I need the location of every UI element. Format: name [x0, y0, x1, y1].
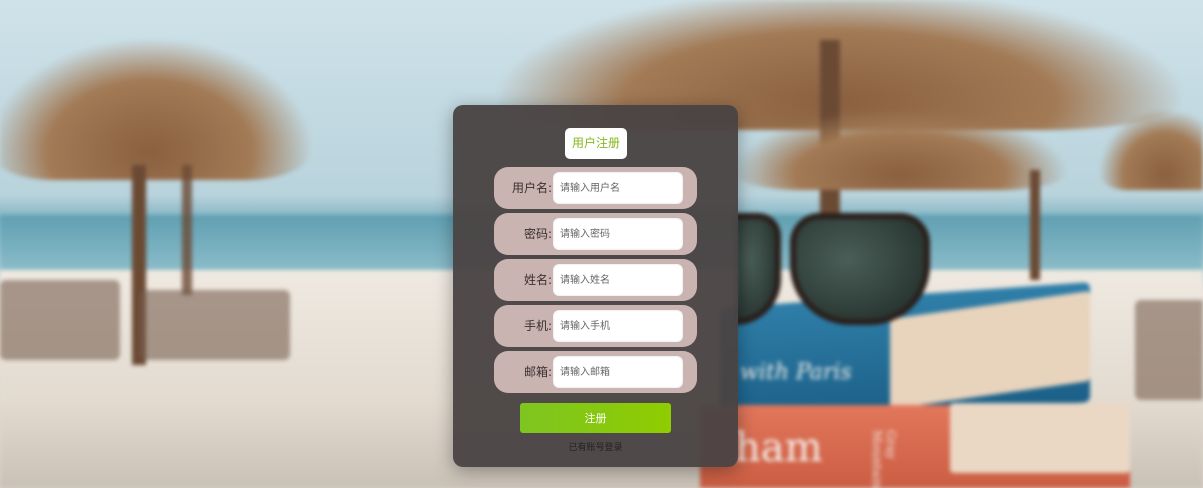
phone-input[interactable] [553, 310, 683, 342]
sunglasses-lens [735, 213, 781, 325]
field-label: 手机: [523, 319, 552, 333]
name-input[interactable] [553, 264, 683, 296]
field-row-password: 密码: [494, 213, 697, 255]
field-row-name: 姓名: [494, 259, 697, 301]
username-input[interactable] [553, 172, 683, 204]
straw-umbrella-mid [735, 110, 1065, 190]
field-label: 姓名: [523, 273, 552, 287]
sunglasses [735, 213, 945, 325]
beach-chair [140, 290, 290, 360]
email-input[interactable] [553, 356, 683, 388]
straw-umbrella-left [0, 40, 310, 180]
book-title-text: Gray Mountain [870, 430, 898, 488]
beach-chair [0, 280, 120, 360]
field-label: 用户名: [511, 181, 552, 195]
book-title-text: ham [735, 425, 823, 471]
field-row-email: 邮箱: [494, 351, 697, 393]
field-row-phone: 手机: [494, 305, 697, 347]
umbrella-pole [182, 165, 192, 295]
sunglasses-lens [790, 213, 930, 325]
register-button[interactable]: 注册 [520, 403, 671, 433]
form-title: 用户注册 [565, 128, 627, 159]
field-label: 密码: [523, 227, 552, 241]
password-input[interactable] [553, 218, 683, 250]
field-row-username: 用户名: [494, 167, 697, 209]
login-link[interactable]: 已有账号登录 [453, 440, 738, 453]
book-title-text: with Paris [740, 360, 852, 385]
beach-chair [1135, 300, 1203, 400]
umbrella-pole [1030, 170, 1040, 280]
field-label: 邮箱: [523, 365, 552, 379]
book-pages [950, 403, 1130, 473]
register-panel: 用户注册 用户名: 密码: 姓名: 手机: 邮箱: 注册 已有账号登录 [453, 105, 738, 467]
